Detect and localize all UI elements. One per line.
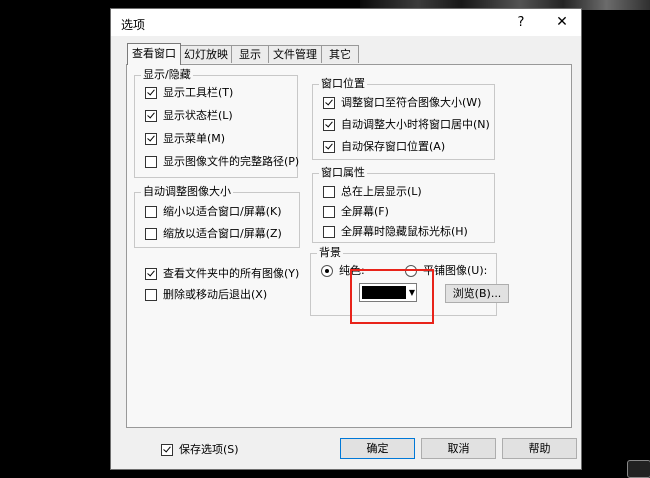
cancel-button[interactable]: 取消 [421,438,496,459]
checkbox-box[interactable] [145,87,157,99]
group-window-position-title: 窗口位置 [319,77,367,91]
checkbox-label: 缩放以适合窗口/屏幕(Z) [163,227,282,240]
checkbox-box[interactable] [145,228,157,240]
background-color-dropdown[interactable]: ▼ [359,283,417,302]
checkbox-full-screen[interactable]: 全屏幕(F) [323,205,389,219]
title-bar: 选项 ? ✕ [111,9,581,36]
checkbox-shrink-to-fit[interactable]: 缩小以适合窗口/屏幕(K) [145,205,282,219]
checkbox-label: 保存选项(S) [179,443,239,456]
checkbox-fit-window-to-image[interactable]: 调整窗口至符合图像大小(W) [323,96,481,110]
checkbox-label: 总在上层显示(L) [341,185,422,198]
group-window-properties: 窗口属性 总在上层显示(L) 全屏幕(F) 全屏幕时隐藏鼠标光标(H) [312,166,495,243]
radio-label: 平铺图像(U): [423,264,488,277]
group-window-properties-title: 窗口属性 [319,166,367,180]
tab-panel-view-window: 显示/隐藏 显示工具栏(T) 显示状态栏(L) 显示菜单(M) 显示图像文件的完… [126,64,572,428]
checkbox-label: 显示状态栏(L) [163,109,233,122]
radio-tile-image[interactable]: 平铺图像(U): [405,264,487,278]
checkbox-hide-cursor-fullscreen[interactable]: 全屏幕时隐藏鼠标光标(H) [323,225,468,239]
radio-label: 纯色: [339,264,365,277]
checkbox-exit-after-delete[interactable]: 删除或移动后退出(X) [145,288,267,302]
group-window-position: 窗口位置 调整窗口至符合图像大小(W) 自动调整大小时将窗口居中(N) 自动保存… [312,77,495,160]
checkbox-center-window[interactable]: 自动调整大小时将窗口居中(N) [323,118,490,132]
checkbox-box[interactable] [323,206,335,218]
radio-button[interactable] [321,265,333,277]
checkbox-box[interactable] [145,289,157,301]
checkbox-box[interactable] [145,268,157,280]
browse-button[interactable]: 浏览(B)... [445,284,509,303]
options-dialog: 选项 ? ✕ 查看窗口 幻灯放映 显示 文件管理 其它 显示/隐藏 显示工具栏(… [110,8,582,470]
tab-other[interactable]: 其它 [321,45,359,63]
checkbox-label: 显示工具栏(T) [163,86,234,99]
checkbox-box[interactable] [323,226,335,238]
checkbox-label: 自动保存窗口位置(A) [341,140,446,153]
checkbox-show-statusbar[interactable]: 显示状态栏(L) [145,109,233,123]
checkbox-label: 查看文件夹中的所有图像(Y) [163,267,300,280]
checkbox-label: 缩小以适合窗口/屏幕(K) [163,205,282,218]
checkbox-label: 自动调整大小时将窗口居中(N) [341,118,490,131]
tab-slideshow[interactable]: 幻灯放映 [180,45,232,63]
checkbox-show-toolbar[interactable]: 显示工具栏(T) [145,86,233,100]
checkbox-label: 删除或移动后退出(X) [163,288,268,301]
checkbox-box[interactable] [145,110,157,122]
checkbox-show-menu[interactable]: 显示菜单(M) [145,132,225,146]
checkbox-zoom-to-fit[interactable]: 缩放以适合窗口/屏幕(Z) [145,227,282,241]
checkbox-box[interactable] [323,97,335,109]
checkbox-view-all-in-folder[interactable]: 查看文件夹中的所有图像(Y) [145,267,299,281]
help-button[interactable]: 帮助 [502,438,577,459]
checkbox-always-on-top[interactable]: 总在上层显示(L) [323,185,422,199]
dropdown-arrow-icon[interactable]: ▼ [408,284,416,301]
dialog-title: 选项 [121,18,146,32]
radio-button[interactable] [405,265,417,277]
tab-display[interactable]: 显示 [231,45,269,63]
checkbox-show-full-path[interactable]: 显示图像文件的完整路径(P) [145,155,299,169]
tab-file-management[interactable]: 文件管理 [268,45,322,63]
group-auto-resize: 自动调整图像大小 缩小以适合窗口/屏幕(K) 缩放以适合窗口/屏幕(Z) [134,185,300,248]
radio-solid-color[interactable]: 纯色: [321,264,365,278]
checkbox-box[interactable] [145,206,157,218]
checkbox-label: 全屏幕时隐藏鼠标光标(H) [341,225,468,238]
checkbox-label: 全屏幕(F) [341,205,389,218]
checkbox-label: 显示图像文件的完整路径(P) [163,155,300,168]
group-background-title: 背景 [317,246,343,260]
ok-button[interactable]: 确定 [340,438,415,459]
checkbox-box[interactable] [323,141,335,153]
checkbox-box[interactable] [323,119,335,131]
checkbox-box[interactable] [323,186,335,198]
group-show-hide-title: 显示/隐藏 [141,68,193,82]
checkbox-box[interactable] [145,156,157,168]
checkbox-label: 调整窗口至符合图像大小(W) [341,96,482,109]
help-title-button[interactable]: ? [511,14,531,32]
color-swatch [362,286,406,299]
tab-view-window[interactable]: 查看窗口 [127,43,181,65]
group-auto-resize-title: 自动调整图像大小 [141,185,233,199]
checkbox-label: 显示菜单(M) [163,132,226,145]
checkbox-box[interactable] [145,133,157,145]
background-area [582,10,650,478]
background-icon [627,460,650,478]
group-show-hide: 显示/隐藏 显示工具栏(T) 显示状态栏(L) 显示菜单(M) 显示图像文件的完… [134,68,299,178]
close-button[interactable]: ✕ [551,12,573,32]
checkbox-autosave-position[interactable]: 自动保存窗口位置(A) [323,140,445,154]
checkbox-save-options[interactable]: 保存选项(S) [161,443,239,457]
checkbox-box[interactable] [161,444,173,456]
